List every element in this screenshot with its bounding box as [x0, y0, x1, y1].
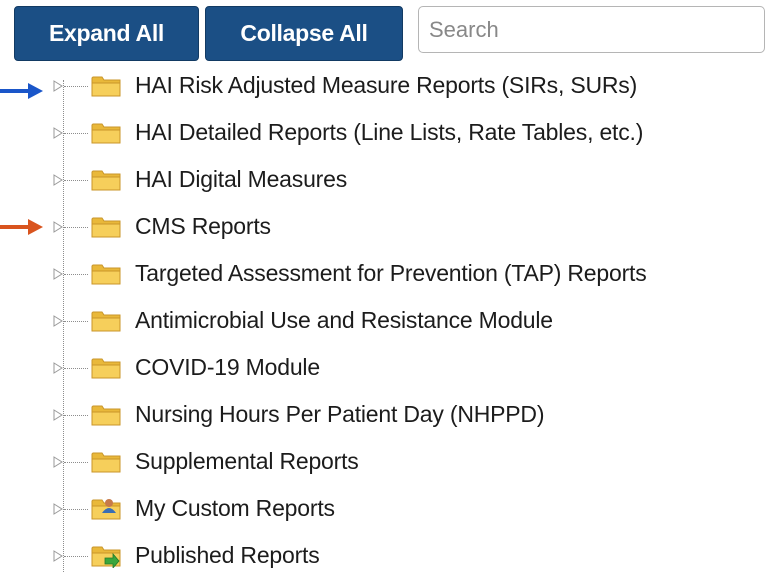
- tree-item-label[interactable]: Nursing Hours Per Patient Day (NHPPD): [135, 401, 544, 428]
- expand-toggle-icon[interactable]: [53, 315, 63, 327]
- report-tree: HAI Risk Adjusted Measure Reports (SIRs,…: [0, 66, 769, 572]
- tree-item[interactable]: Published Reports: [0, 536, 769, 576]
- tree-item[interactable]: Antimicrobial Use and Resistance Module: [0, 301, 769, 341]
- tree-item-label[interactable]: Antimicrobial Use and Resistance Module: [135, 307, 553, 334]
- tree-branch-line: [64, 227, 88, 228]
- folder-icon: [91, 262, 121, 286]
- expand-toggle-icon[interactable]: [53, 127, 63, 139]
- tree-branch-line: [64, 509, 88, 510]
- published-folder-icon: [91, 544, 121, 570]
- collapse-all-button[interactable]: Collapse All: [205, 6, 403, 61]
- tree-item-label[interactable]: HAI Digital Measures: [135, 166, 347, 193]
- orange-arrow-icon: [0, 219, 43, 235]
- tree-item-label[interactable]: HAI Risk Adjusted Measure Reports (SIRs,…: [135, 72, 637, 99]
- tree-item[interactable]: HAI Digital Measures: [0, 160, 769, 200]
- tree-item-label[interactable]: Targeted Assessment for Prevention (TAP)…: [135, 260, 647, 287]
- folder-icon: [91, 215, 121, 239]
- tree-item[interactable]: CMS Reports: [0, 207, 769, 247]
- tree-item[interactable]: COVID-19 Module: [0, 348, 769, 388]
- expand-toggle-icon[interactable]: [53, 80, 63, 92]
- tree-branch-line: [64, 180, 88, 181]
- expand-toggle-icon[interactable]: [53, 550, 63, 562]
- tree-branch-line: [64, 86, 88, 87]
- folder-icon: [91, 168, 121, 192]
- tree-branch-line: [64, 133, 88, 134]
- tree-branch-line: [64, 556, 88, 557]
- expand-toggle-icon[interactable]: [53, 456, 63, 468]
- tree-branch-line: [64, 274, 88, 275]
- folder-icon: [91, 403, 121, 427]
- expand-toggle-icon[interactable]: [53, 268, 63, 280]
- tree-item-label[interactable]: Supplemental Reports: [135, 448, 359, 475]
- tree-item-label[interactable]: COVID-19 Module: [135, 354, 320, 381]
- folder-icon: [91, 74, 121, 98]
- folder-icon: [91, 356, 121, 380]
- tree-branch-line: [64, 415, 88, 416]
- expand-toggle-icon[interactable]: [53, 362, 63, 374]
- tree-branch-line: [64, 321, 88, 322]
- blue-arrow-icon: [0, 83, 43, 99]
- tree-item[interactable]: Nursing Hours Per Patient Day (NHPPD): [0, 395, 769, 435]
- tree-item-label[interactable]: My Custom Reports: [135, 495, 335, 522]
- tree-branch-line: [64, 368, 88, 369]
- expand-all-button[interactable]: Expand All: [14, 6, 199, 61]
- folder-icon: [91, 450, 121, 474]
- tree-item-label[interactable]: HAI Detailed Reports (Line Lists, Rate T…: [135, 119, 643, 146]
- search-input[interactable]: [418, 6, 765, 53]
- tree-item-label[interactable]: CMS Reports: [135, 213, 271, 240]
- tree-item[interactable]: HAI Risk Adjusted Measure Reports (SIRs,…: [0, 66, 769, 106]
- expand-toggle-icon[interactable]: [53, 174, 63, 186]
- tree-item[interactable]: HAI Detailed Reports (Line Lists, Rate T…: [0, 113, 769, 153]
- expand-toggle-icon[interactable]: [53, 221, 63, 233]
- folder-icon: [91, 121, 121, 145]
- tree-item[interactable]: Targeted Assessment for Prevention (TAP)…: [0, 254, 769, 294]
- tree-item[interactable]: Supplemental Reports: [0, 442, 769, 482]
- folder-icon: [91, 309, 121, 333]
- tree-item[interactable]: My Custom Reports: [0, 489, 769, 529]
- expand-toggle-icon[interactable]: [53, 503, 63, 515]
- user-folder-icon: [91, 497, 121, 521]
- tree-branch-line: [64, 462, 88, 463]
- expand-toggle-icon[interactable]: [53, 409, 63, 421]
- tree-item-label[interactable]: Published Reports: [135, 542, 320, 569]
